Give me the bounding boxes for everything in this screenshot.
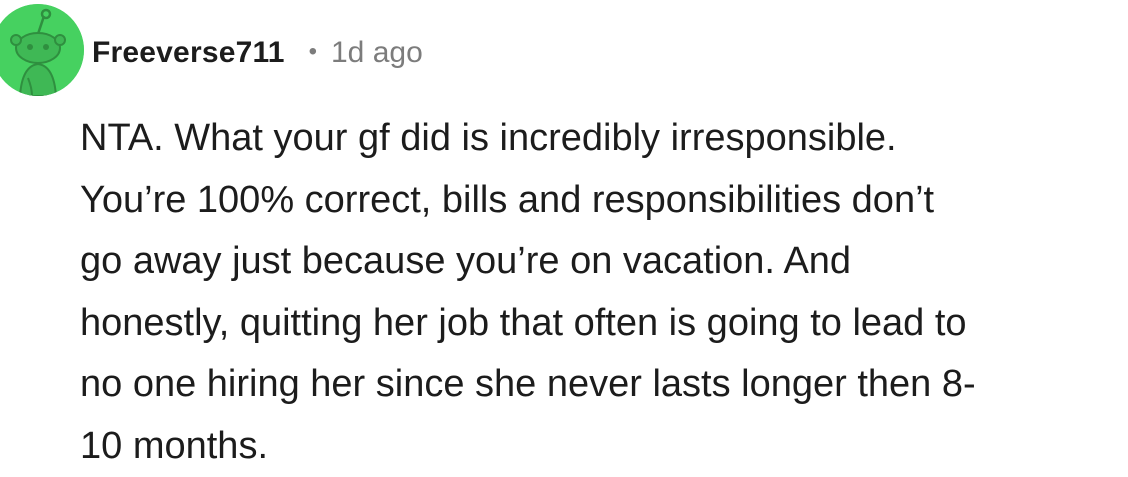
- comment-body-line: You’re 100% correct, bills and responsib…: [80, 178, 935, 221]
- comment-body-line: honestly, quitting her job that often is…: [80, 301, 967, 344]
- comment-body: NTA. What your gf did is incredibly irre…: [80, 108, 1120, 477]
- comment-body-line: no one hiring her since she never lasts …: [80, 363, 976, 405]
- separator-dot: •: [308, 38, 317, 65]
- avatar[interactable]: [0, 4, 84, 96]
- comment: Freeverse711 • 1d ago NTA. What your gf …: [0, 0, 1128, 467]
- timestamp[interactable]: 1d ago: [331, 36, 423, 70]
- comment-body-line: go away just because you’re on vacation.…: [80, 240, 852, 282]
- comment-header: Freeverse711 • 1d ago: [92, 30, 423, 76]
- snoo-avatar-icon: [0, 4, 84, 96]
- username-link[interactable]: Freeverse711: [92, 36, 285, 70]
- comment-body-line: 10 months.: [80, 424, 268, 467]
- comment-body-line: NTA. What your gf did is incredibly irre…: [80, 117, 897, 159]
